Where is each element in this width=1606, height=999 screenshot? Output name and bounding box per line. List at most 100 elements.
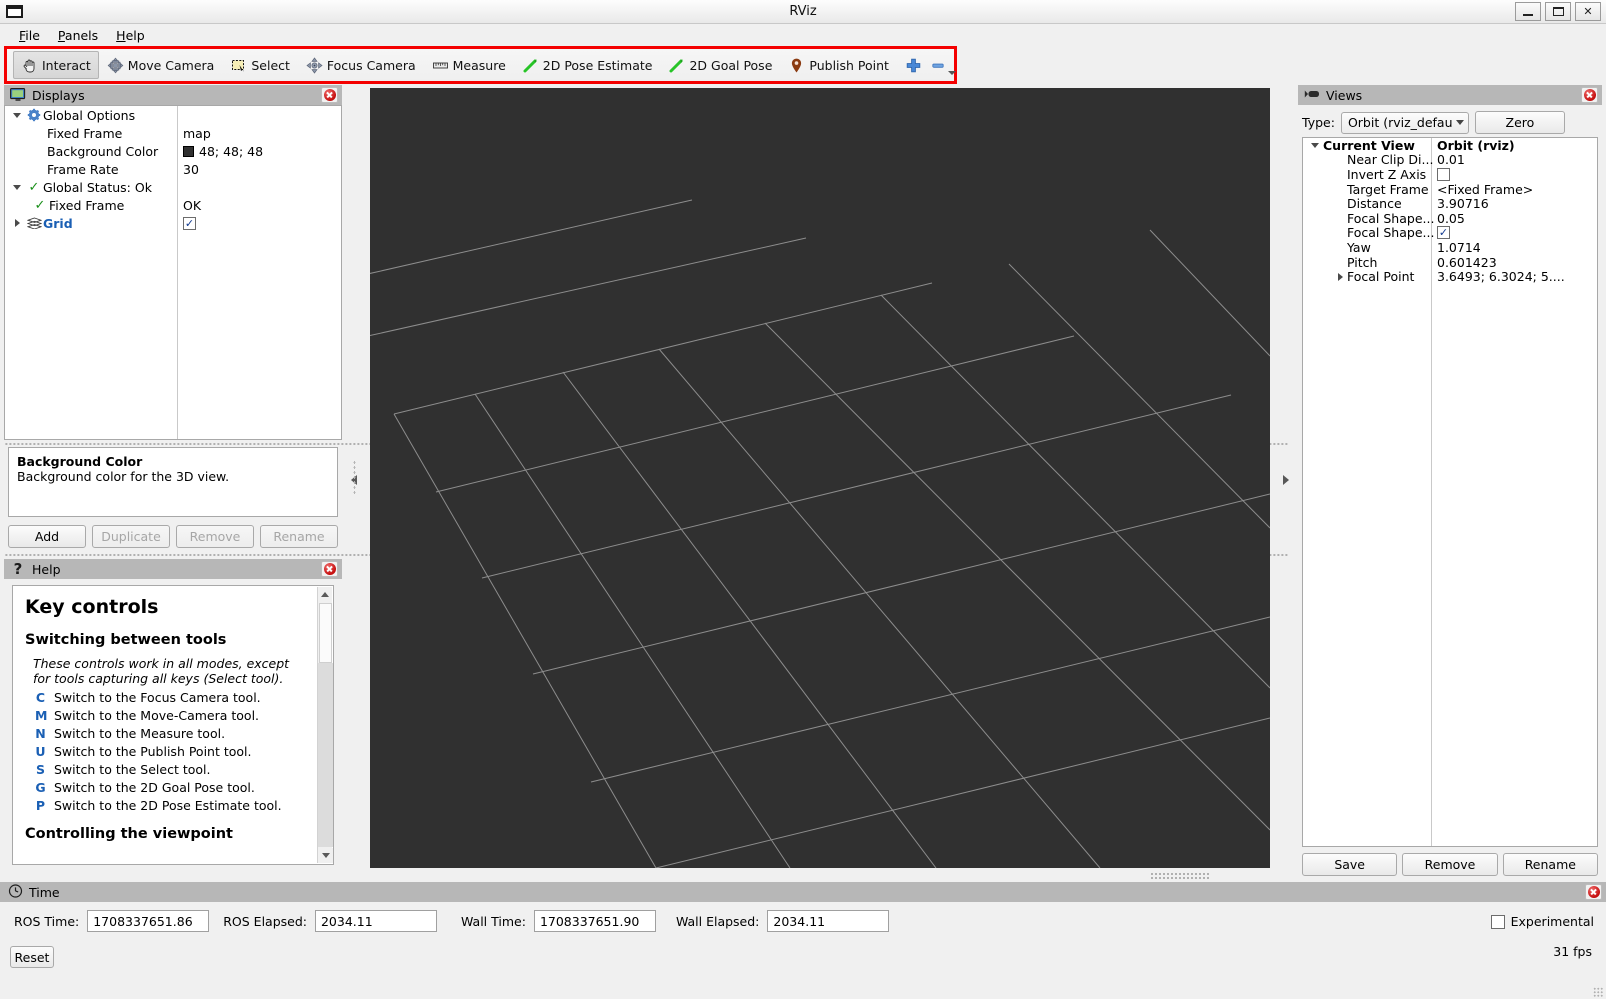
- invert-z-checkbox[interactable]: [1437, 168, 1450, 181]
- menu-panels[interactable]: Panels: [49, 26, 107, 45]
- scroll-down-icon[interactable]: [318, 848, 333, 863]
- tool-publish-point[interactable]: Publish Point: [780, 51, 897, 79]
- views-tree[interactable]: Current View Orbit (rviz) Near Clip Di..…: [1302, 137, 1598, 847]
- remove-tool-dropdown-arrow[interactable]: [948, 71, 956, 75]
- scrollbar-trough[interactable]: [318, 663, 333, 847]
- view3d-splitter-grip[interactable]: [1150, 872, 1210, 879]
- remove-view-button[interactable]: Remove: [1402, 853, 1497, 876]
- help-scrollbar[interactable]: [317, 587, 332, 863]
- views-value[interactable]: <Fixed Frame>: [1437, 182, 1533, 197]
- views-row-target-frame[interactable]: Target Frame <Fixed Frame>: [1303, 182, 1597, 197]
- tool-select[interactable]: Select: [222, 51, 298, 79]
- grid-enabled-checkbox[interactable]: ✓: [183, 217, 196, 230]
- tree-value[interactable]: 30: [183, 162, 199, 177]
- views-value[interactable]: 0.05: [1437, 211, 1465, 226]
- close-button[interactable]: ✕: [1575, 2, 1601, 21]
- remove-tool-button[interactable]: [930, 52, 956, 78]
- add-tool-button[interactable]: [905, 52, 922, 78]
- render-view-3d[interactable]: [370, 88, 1270, 868]
- experimental-toggle[interactable]: Experimental: [1491, 914, 1594, 929]
- displays-tree[interactable]: Global Options Fixed Frame map Backgroun…: [4, 105, 342, 440]
- tool-interact[interactable]: Interact: [13, 51, 99, 79]
- views-row-focal-shape-fixed-size[interactable]: Focal Shape... ✓: [1303, 226, 1597, 241]
- views-label: Near Clip Di...: [1347, 152, 1433, 167]
- maximize-button[interactable]: [1545, 2, 1571, 21]
- tool-2d-pose-estimate-label: 2D Pose Estimate: [543, 58, 653, 73]
- tree-row-background-color[interactable]: Background Color 48; 48; 48: [5, 142, 341, 160]
- tree-row-global-status[interactable]: ✓ Global Status: Ok: [5, 178, 341, 196]
- time-panel-title: Time: [29, 885, 60, 900]
- views-row-focal-shape-size[interactable]: Focal Shape... 0.05: [1303, 211, 1597, 226]
- tree-row-frame-rate[interactable]: Frame Rate 30: [5, 160, 341, 178]
- tool-move-camera[interactable]: Move Camera: [99, 51, 223, 79]
- views-panel: Views Type: Orbit (rviz_default_⤶ Zero C…: [1298, 85, 1602, 870]
- expander-icon[interactable]: [1333, 273, 1347, 281]
- views-row-yaw[interactable]: Yaw 1.0714: [1303, 240, 1597, 255]
- views-row-pitch[interactable]: Pitch 0.601423: [1303, 255, 1597, 270]
- displays-collapse-handle[interactable]: [348, 440, 360, 520]
- tool-2d-goal-pose[interactable]: 2D Goal Pose: [660, 51, 780, 79]
- add-display-button[interactable]: Add: [8, 525, 86, 548]
- displays-close-icon[interactable]: [321, 87, 338, 103]
- duplicate-display-button[interactable]: Duplicate: [92, 525, 170, 548]
- views-value: Orbit (rviz): [1437, 138, 1515, 153]
- ros-time-field[interactable]: 1708337651.86: [87, 910, 209, 932]
- tree-label: Fixed Frame: [47, 126, 122, 141]
- expander-icon[interactable]: [1309, 143, 1323, 148]
- views-value[interactable]: 1.0714: [1437, 240, 1481, 255]
- views-value[interactable]: 3.6493; 6.3024; 5....: [1437, 269, 1565, 284]
- views-row-distance[interactable]: Distance 3.90716: [1303, 196, 1597, 211]
- shortcut-key: G: [35, 780, 46, 795]
- wall-time-field[interactable]: 1708337651.90: [534, 910, 656, 932]
- scroll-up-icon[interactable]: [318, 587, 332, 602]
- experimental-checkbox[interactable]: [1491, 915, 1505, 929]
- views-panel-title: Views: [1326, 88, 1362, 103]
- reset-button[interactable]: Reset: [10, 946, 54, 968]
- time-close-icon[interactable]: [1585, 884, 1602, 900]
- help-close-icon[interactable]: [321, 561, 338, 577]
- expander-icon[interactable]: [9, 219, 25, 227]
- tree-row-global-options[interactable]: Global Options: [5, 106, 341, 124]
- views-close-icon[interactable]: [1581, 87, 1598, 103]
- focal-shape-checkbox[interactable]: ✓: [1437, 226, 1450, 239]
- scrollbar-thumb[interactable]: [319, 603, 332, 663]
- views-row-current-view[interactable]: Current View Orbit (rviz): [1303, 138, 1597, 153]
- chevron-right-icon[interactable]: [1283, 475, 1289, 485]
- views-value[interactable]: 3.90716: [1437, 196, 1489, 211]
- expander-icon[interactable]: [9, 113, 25, 118]
- expander-icon[interactable]: [9, 185, 25, 190]
- tree-value[interactable]: map: [183, 126, 211, 141]
- views-value[interactable]: 0.601423: [1437, 255, 1497, 270]
- views-row-near-clip-distance[interactable]: Near Clip Di... 0.01: [1303, 153, 1597, 168]
- tool-focus-camera[interactable]: Focus Camera: [298, 51, 424, 79]
- rename-view-button[interactable]: Rename: [1503, 853, 1598, 876]
- menu-help[interactable]: Help: [107, 26, 154, 45]
- wall-elapsed-field[interactable]: 2034.11: [767, 910, 889, 932]
- tool-2d-goal-pose-label: 2D Goal Pose: [689, 58, 772, 73]
- views-value[interactable]: 0.01: [1437, 152, 1465, 167]
- zero-button[interactable]: Zero: [1475, 111, 1565, 134]
- view-type-dropdown[interactable]: Orbit (rviz_default_⤶: [1341, 112, 1469, 134]
- tree-value-wrap[interactable]: 48; 48; 48: [183, 144, 263, 159]
- rename-display-button[interactable]: Rename: [260, 525, 338, 548]
- tool-2d-pose-estimate[interactable]: 2D Pose Estimate: [514, 51, 661, 79]
- save-view-button[interactable]: Save: [1302, 853, 1397, 876]
- tool-measure[interactable]: Measure: [424, 51, 514, 79]
- minimize-button[interactable]: [1515, 2, 1541, 21]
- tree-label[interactable]: Grid: [43, 216, 73, 231]
- window-resize-grip[interactable]: [1593, 987, 1603, 997]
- tree-row-grid[interactable]: Grid ✓: [5, 214, 341, 232]
- menu-file[interactable]: File: [10, 26, 49, 45]
- ros-elapsed-field[interactable]: 2034.11: [315, 910, 437, 932]
- remove-display-button[interactable]: Remove: [176, 525, 254, 548]
- shortcut-key: N: [35, 726, 46, 741]
- question-icon: ?: [10, 562, 26, 576]
- views-row-focal-point[interactable]: Focal Point 3.6493; 6.3024; 5....: [1303, 269, 1597, 284]
- shortcut-text: Switch to the 2D Pose Estimate tool.: [54, 798, 282, 813]
- ros-elapsed-label: ROS Elapsed:: [223, 914, 307, 929]
- views-buttons: Save Remove Rename: [1302, 853, 1598, 876]
- tree-row-fixed-frame[interactable]: Fixed Frame map: [5, 124, 341, 142]
- views-row-invert-z-axis[interactable]: Invert Z Axis: [1303, 167, 1597, 182]
- views-collapse-handle[interactable]: [1280, 440, 1292, 520]
- tree-row-status-fixed-frame[interactable]: ✓ Fixed Frame OK: [5, 196, 341, 214]
